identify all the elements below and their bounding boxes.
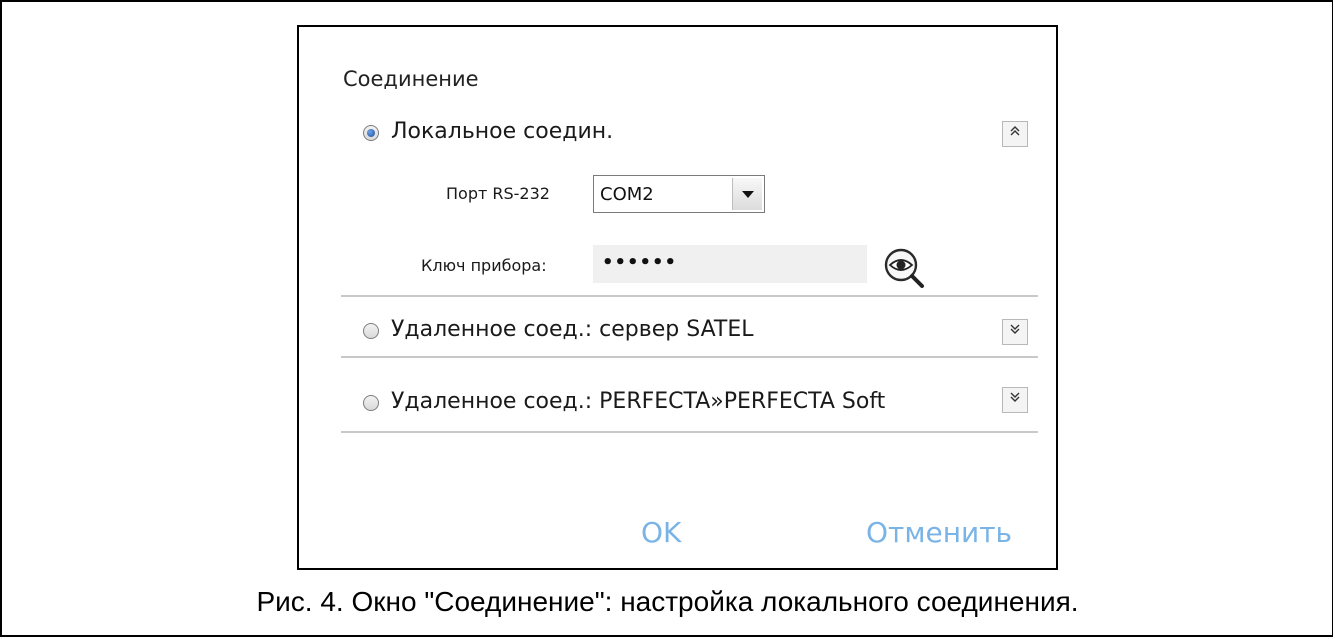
double-chevron-down-icon: [1008, 392, 1022, 408]
remote-perfecta-radio[interactable]: [363, 395, 379, 411]
device-key-field[interactable]: ••••••: [593, 245, 867, 283]
cancel-button[interactable]: Отменить: [866, 516, 1012, 549]
figure-caption: Рис. 4. Окно "Соединение": настройка лок…: [256, 586, 1079, 617]
remote-perfecta-label: Удаленное соед.: PERFECTA»PERFECTA Soft: [391, 389, 886, 414]
double-chevron-up-icon: [1008, 126, 1022, 142]
remote-satel-radio[interactable]: [363, 323, 379, 339]
double-chevron-down-icon: [1008, 324, 1022, 340]
dialog-title: Соединение: [343, 67, 479, 91]
device-key-value: ••••••: [602, 252, 678, 273]
chevron-down-icon[interactable]: [732, 178, 762, 210]
port-select-value: COM2: [600, 184, 654, 205]
ok-button[interactable]: OK: [641, 516, 681, 549]
port-label: Порт RS-232: [446, 184, 550, 203]
port-select[interactable]: COM2: [593, 175, 765, 213]
collapse-local-button[interactable]: [1002, 121, 1028, 147]
expand-remote-satel-button[interactable]: [1002, 319, 1028, 345]
eye-magnifier-icon[interactable]: [881, 245, 929, 291]
divider: [341, 431, 1038, 433]
local-connection-label: Локальное соедин.: [391, 119, 614, 144]
divider: [341, 356, 1038, 358]
expand-remote-perfecta-button[interactable]: [1002, 387, 1028, 413]
local-connection-radio[interactable]: [363, 125, 379, 141]
device-key-label: Ключ прибора:: [421, 256, 547, 275]
divider: [341, 295, 1038, 297]
connection-dialog: Соединение Локальное соедин. Порт RS-232…: [297, 25, 1058, 570]
remote-satel-label: Удаленное соед.: сервер SATEL: [391, 317, 754, 342]
